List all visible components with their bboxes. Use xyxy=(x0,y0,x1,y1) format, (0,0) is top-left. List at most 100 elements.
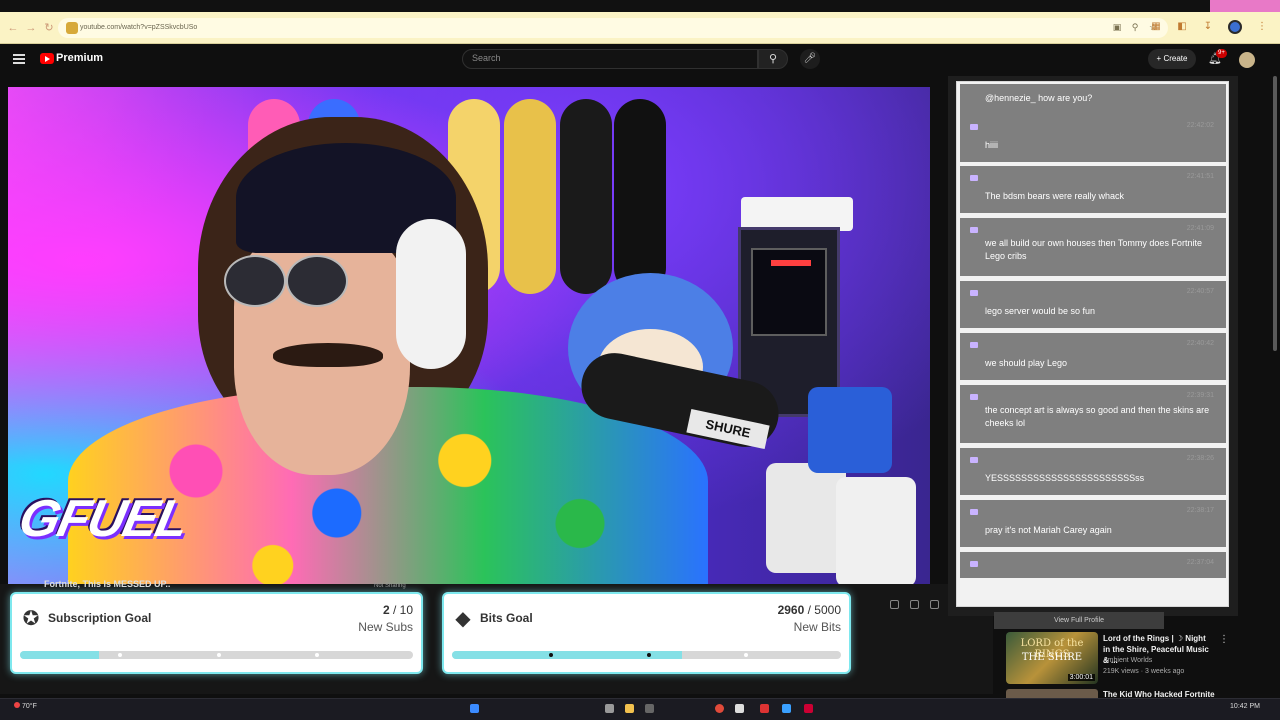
window-accent xyxy=(1210,0,1280,12)
bits-goal-widget: ◆ Bits Goal 2960 / 5000 New Bits xyxy=(442,592,851,674)
download-icon[interactable]: ↧ xyxy=(1202,20,1214,34)
video-duration: 3:00:01 xyxy=(1067,674,1095,681)
gfuel-overlay-logo: GFUEL xyxy=(13,490,193,548)
recommendation-thumbnail[interactable]: LORD of the RINGS THE SHIRE 3:00:01 xyxy=(1006,632,1098,684)
os-taskbar: 70°F 10:42 PM xyxy=(0,698,1280,720)
sharing-status: Not Sharing xyxy=(374,583,406,589)
address-bar[interactable]: youtube.com/watch?v=pZSSkvcbUSo ▣ ⚲ ☆ xyxy=(58,18,1168,38)
profile-avatar[interactable] xyxy=(1228,20,1242,34)
thumbnail-title-line: THE SHIRE xyxy=(1021,652,1083,663)
star-badge-icon: ✪ xyxy=(22,608,40,630)
chat-panel[interactable]: @hennezie_ how are you? 22:42:02 hiiii 2… xyxy=(956,81,1229,607)
view-full-profile-button[interactable]: View Full Profile xyxy=(994,612,1164,629)
skateboard-deck xyxy=(614,99,666,294)
taskbar-app-icon[interactable] xyxy=(804,704,813,713)
chat-badge-icon xyxy=(970,290,978,296)
headphones xyxy=(396,219,466,369)
goal-milestone xyxy=(216,653,221,657)
folder-icon[interactable] xyxy=(625,704,634,713)
goal-count: 2960 / 5000 xyxy=(777,603,841,617)
chat-time: 22:40:57 xyxy=(1186,288,1214,295)
taskbar-app-icon[interactable] xyxy=(760,704,769,713)
chat-message: 22:42:02 hiiii xyxy=(960,115,1226,162)
chat-time: 22:41:09 xyxy=(1186,225,1214,232)
start-icon[interactable] xyxy=(470,704,479,713)
youtube-brand[interactable]: Premium xyxy=(56,52,103,64)
page-scrollbar[interactable] xyxy=(1273,76,1277,351)
zoom-icon[interactable]: ⚲ xyxy=(1130,21,1140,33)
search-icon: ⚲ xyxy=(768,53,778,65)
youtube-logo-icon[interactable] xyxy=(40,53,54,64)
account-avatar[interactable] xyxy=(1239,52,1255,68)
chat-text: The bdsm bears were really whack xyxy=(985,191,1125,201)
fullscreen-icon[interactable] xyxy=(930,600,939,609)
goal-milestone xyxy=(314,653,319,657)
chat-message: 22:37:04 xyxy=(960,552,1226,578)
reload-icon[interactable]: ↻ xyxy=(42,21,56,35)
chat-text: pray it's not Mariah Carey again xyxy=(985,525,1112,535)
chat-badge-icon xyxy=(970,509,978,515)
drink-shaker xyxy=(808,387,892,473)
sidebar-icon[interactable]: ◧ xyxy=(1176,20,1188,34)
chat-badge-icon xyxy=(970,175,978,181)
chat-time: 22:38:26 xyxy=(1186,455,1214,462)
video-player[interactable]: SHURE GFUEL xyxy=(8,87,930,584)
chat-text: hiiii xyxy=(985,140,999,150)
chat-badge-icon xyxy=(970,561,978,567)
taskbar-app-icon[interactable] xyxy=(605,704,614,713)
goal-milestone xyxy=(646,653,651,657)
create-button[interactable]: + Create xyxy=(1148,49,1196,69)
drink-container xyxy=(766,463,846,573)
chat-time: 22:38:17 xyxy=(1186,507,1214,514)
chat-message: 22:38:17 pray it's not Mariah Carey agai… xyxy=(960,500,1226,547)
chat-time: 22:40:42 xyxy=(1186,340,1214,347)
chat-message: 22:40:42 we should play Lego xyxy=(960,333,1226,380)
goal-name: Subscription Goal xyxy=(48,611,152,625)
microphone-icon: 🎤︎ xyxy=(803,53,817,64)
recommendation-channel[interactable]: Ambient Worlds xyxy=(1103,657,1152,664)
taskbar-app-icon[interactable] xyxy=(645,704,654,713)
back-icon[interactable]: ← xyxy=(6,21,20,35)
chat-text: @hennezie_ how are you? xyxy=(985,93,1093,103)
search-button[interactable]: ⚲ xyxy=(758,49,788,69)
chat-time: 22:37:04 xyxy=(1186,559,1214,566)
window-top-strip xyxy=(0,0,1280,12)
drink-container xyxy=(836,477,916,584)
extension-icon[interactable]: ▦ xyxy=(1150,20,1162,34)
layout-icon[interactable] xyxy=(890,600,899,609)
menu-icon[interactable] xyxy=(13,54,25,64)
chat-text: lego server would be so fun xyxy=(985,306,1096,316)
weather-widget[interactable]: 70°F xyxy=(14,702,37,710)
search-input[interactable]: Search xyxy=(462,49,758,69)
taskbar-app-icon[interactable] xyxy=(782,704,791,713)
chat-message: 22:39:31 the concept art is always so go… xyxy=(960,385,1226,443)
goal-current: 2 xyxy=(382,603,390,617)
chat-text: YESSSSSSSSSSSSSSSSSSSSSSSss xyxy=(985,473,1145,483)
taskbar-app-icon[interactable] xyxy=(735,704,744,713)
goal-progress-fill xyxy=(20,651,99,659)
forward-icon[interactable]: → xyxy=(24,21,38,35)
menu-dots-icon[interactable]: ⋮ xyxy=(1256,20,1268,34)
chat-message: 22:41:09 we all build our own houses the… xyxy=(960,218,1226,276)
install-icon[interactable]: ▣ xyxy=(1112,21,1122,33)
voice-search-button[interactable]: 🎤︎ xyxy=(800,49,820,69)
goal-current: 2960 xyxy=(777,603,805,617)
monitor-light xyxy=(741,197,853,231)
goal-milestone xyxy=(118,653,123,657)
create-label: Create xyxy=(1163,54,1188,63)
theater-icon[interactable] xyxy=(910,600,919,609)
system-clock[interactable]: 10:42 PM xyxy=(1230,703,1260,710)
goal-target: 10 xyxy=(399,603,413,617)
video-title: Fortnite, This Is MESSED UP.. xyxy=(44,579,171,589)
taskbar-app-icon[interactable] xyxy=(715,704,724,713)
chat-badge-icon xyxy=(970,227,978,233)
more-options-icon[interactable]: ⋮ xyxy=(1219,634,1229,645)
chat-text: we should play Lego xyxy=(985,358,1068,368)
streamer-moustache xyxy=(273,343,383,367)
goal-count: 2 / 10 xyxy=(382,603,413,617)
weather-icon xyxy=(14,702,20,708)
site-info-icon[interactable] xyxy=(66,22,78,34)
weather-temp: 70°F xyxy=(22,703,37,710)
goal-progress-track xyxy=(20,651,413,659)
goal-milestone xyxy=(743,653,748,657)
